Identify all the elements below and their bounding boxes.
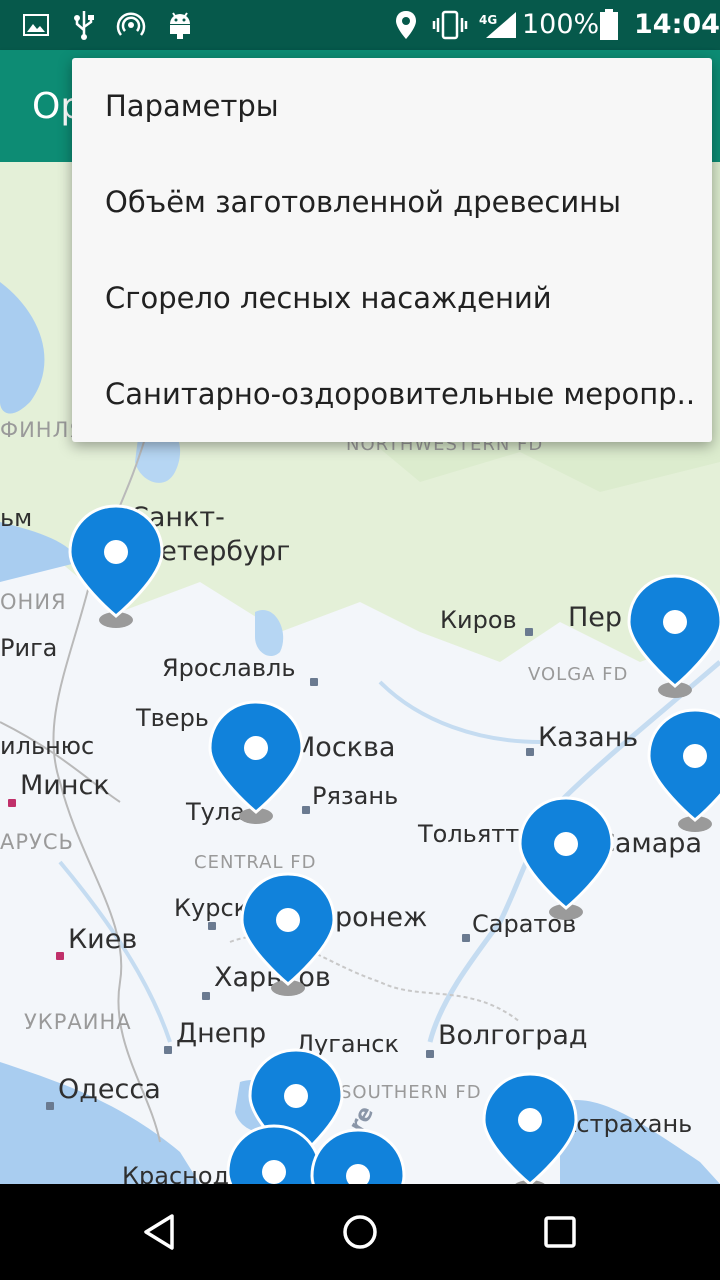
usb-icon (70, 10, 98, 40)
city-dot (208, 922, 216, 930)
region-label: VOLGA FD (528, 664, 629, 685)
menu-item-harvested-wood[interactable]: Объём заготовленной древесины (72, 154, 712, 250)
menu-item-sanitary-measures[interactable]: Санитарно-оздоровительные меропр.. (72, 346, 712, 442)
city-label: Ярославль (162, 654, 296, 682)
signal-icon: 4G (478, 10, 518, 40)
image-icon (22, 10, 50, 40)
region-label: SOUTHERN FD (340, 1082, 482, 1103)
city-label: Рига (0, 634, 58, 662)
city-label: Москва (292, 732, 396, 763)
country-label: УКРАИНА (24, 1010, 132, 1034)
android-icon (166, 10, 194, 40)
recents-button[interactable] (530, 1202, 590, 1262)
navigation-bar (0, 1184, 720, 1280)
city-dot (526, 748, 534, 756)
city-dot (462, 934, 470, 942)
city-label: Казань (538, 722, 639, 753)
city-label: Пер (568, 602, 623, 633)
region-label: CENTRAL FD (194, 852, 317, 873)
menu-item-burned-forest[interactable]: Сгорело лесных насаждений (72, 250, 712, 346)
city-label: ильнюс (0, 732, 95, 760)
city-label: Киров (440, 606, 517, 634)
city-dot (202, 992, 210, 1000)
city-dot (525, 628, 533, 636)
location-icon (394, 10, 418, 40)
status-bar: 4G 100% 14:04 (0, 0, 720, 50)
country-label: ОНИЯ (0, 590, 67, 614)
map-pin[interactable] (627, 574, 720, 704)
city-label: Киев (68, 924, 138, 955)
city-label: Астрахань (560, 1110, 693, 1138)
city-label: Одесса (58, 1074, 161, 1105)
city-label: Волгоград (438, 1020, 588, 1051)
map-pin[interactable] (240, 872, 336, 1002)
country-label: АРУСЬ (0, 830, 74, 854)
menu-item-parameters[interactable]: Параметры (72, 58, 712, 154)
recents-icon (544, 1216, 576, 1248)
city-label: Минск (20, 770, 110, 801)
capital-dot (8, 799, 16, 807)
map-pin[interactable] (68, 504, 164, 634)
home-button[interactable] (330, 1202, 390, 1262)
battery-icon (598, 9, 620, 40)
city-label: Курск (174, 894, 249, 922)
hotspot-icon (115, 10, 147, 40)
map-pin[interactable] (310, 1128, 406, 1184)
map-pin[interactable] (647, 708, 720, 838)
clock: 14:04 (634, 9, 720, 40)
map-pin[interactable] (208, 700, 304, 830)
city-dot (46, 1102, 54, 1110)
city-label: Днепр (176, 1018, 267, 1049)
city-label: Тверь (136, 704, 209, 732)
city-dot (426, 1050, 434, 1058)
map-pin[interactable] (482, 1072, 578, 1184)
home-icon (343, 1215, 377, 1249)
back-icon (144, 1214, 174, 1250)
city-dot (164, 1046, 172, 1054)
city-label: ьм (0, 504, 33, 532)
city-label: Рязань (312, 782, 399, 810)
map-pin[interactable] (226, 1124, 322, 1184)
back-button[interactable] (130, 1202, 190, 1262)
city-dot (310, 678, 318, 686)
overflow-menu: Параметры Объём заготовленной древесины … (72, 58, 712, 442)
battery-percent: 100% (522, 9, 600, 40)
svg-text:4G: 4G (479, 13, 497, 27)
map-pin[interactable] (518, 796, 614, 926)
capital-dot (56, 952, 64, 960)
vibrate-icon (432, 10, 468, 40)
